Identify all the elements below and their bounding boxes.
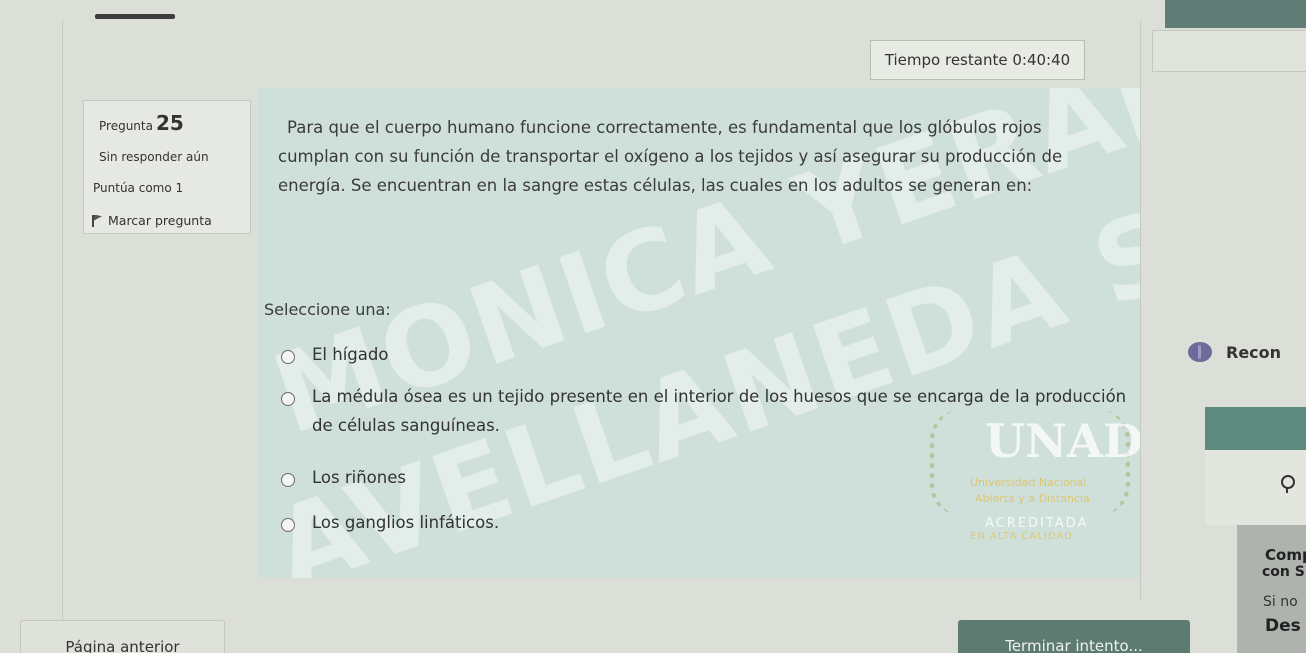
right-panel-cons: con S	[1262, 564, 1305, 580]
radio-button[interactable]	[281, 392, 295, 406]
logo-line-2: Abierta y a Distancia	[975, 492, 1090, 505]
logo-line-1: Universidad Nacional	[970, 476, 1087, 489]
logo-line-4: EN ALTA CALIDAD	[970, 531, 1073, 542]
flag-question-link[interactable]: Marcar pregunta	[92, 213, 212, 228]
top-left-bar	[95, 14, 175, 19]
timer-label: Tiempo restante	[884, 51, 1008, 69]
right-teal-block	[1205, 407, 1306, 450]
top-right-strip	[1165, 0, 1306, 28]
question-label: Pregunta	[99, 119, 153, 133]
answer-option-d[interactable]: Los ganglios linfáticos.	[281, 513, 499, 537]
left-column-divider	[62, 20, 63, 653]
flag-icon	[92, 214, 102, 227]
question-text: Para que el cuerpo humano funcione corre…	[278, 113, 1108, 200]
unad-logo: UNAD Universidad Nacional Abierta y a Di…	[930, 410, 1140, 545]
laurel-left-icon	[930, 410, 960, 515]
question-number: 25	[155, 111, 184, 135]
timer-value: 0:40:40	[1012, 51, 1071, 69]
answer-option-a[interactable]: El hígado	[281, 345, 388, 369]
question-title: Pregunta 25	[99, 111, 184, 135]
flag-question-label: Marcar pregunta	[108, 213, 212, 228]
select-one-prompt: Seleccione una:	[264, 300, 391, 319]
search-icon[interactable]	[1281, 475, 1295, 493]
logo-name: UNAD	[985, 414, 1140, 468]
question-state: Sin responder aún	[99, 150, 209, 164]
answer-option-label: El hígado	[312, 345, 389, 364]
question-info-panel: Pregunta 25 Sin responder aún Puntúa como…	[83, 100, 251, 234]
radio-button[interactable]	[281, 350, 295, 364]
answer-option-c[interactable]: Los riñones	[281, 468, 406, 492]
right-column-divider	[1140, 20, 1141, 600]
recognize-link[interactable]: Recon	[1188, 342, 1281, 362]
recognize-label: Recon	[1226, 342, 1282, 362]
right-top-panel	[1152, 30, 1306, 72]
right-panel-sino: Si no	[1263, 594, 1298, 610]
question-score: Puntúa como 1	[93, 181, 184, 195]
brain-icon	[1188, 342, 1212, 362]
radio-button[interactable]	[281, 473, 295, 487]
question-paragraph: Para que el cuerpo humano funcione corre…	[278, 118, 1063, 195]
answer-option-label: Los ganglios linfáticos.	[312, 513, 500, 532]
timer: Tiempo restante 0:40:40	[870, 40, 1085, 80]
right-panel-des[interactable]: Des	[1265, 616, 1301, 636]
logo-line-3: ACREDITADA	[985, 516, 1089, 531]
previous-page-button[interactable]: Página anterior	[20, 620, 225, 653]
radio-button[interactable]	[281, 518, 295, 532]
finish-attempt-button[interactable]: Terminar intento...	[958, 620, 1190, 653]
right-panel-comp: Comp	[1265, 546, 1306, 564]
answer-option-label: Los riñones	[312, 468, 406, 487]
question-content: MONICA YERALDINE AVELLANEDA SOSA Para qu…	[258, 88, 1140, 578]
